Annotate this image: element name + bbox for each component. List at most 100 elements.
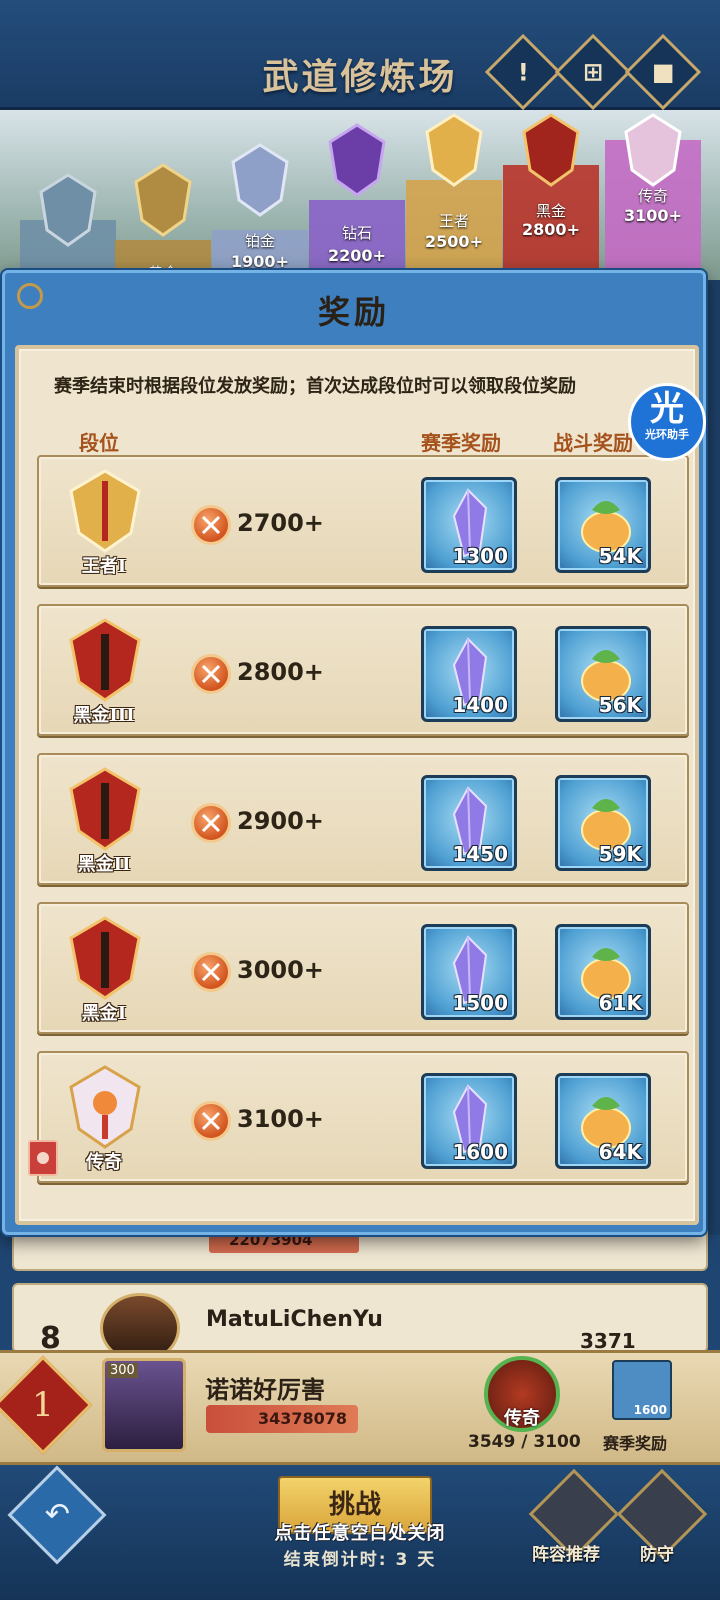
reward-row: 黑金II 2900+ 1450 59K [37,753,689,885]
season-reward-item[interactable]: 1300 [421,477,517,573]
season-amount: 1300 [452,544,508,568]
season-reward-item[interactable]: 1400 [421,626,517,722]
tier-score: 1900+ [231,252,289,271]
watermark-text: 光环助手 [645,428,689,441]
exclamation-icon: ! [517,57,529,86]
crossed-swords-icon [191,505,231,545]
tier-column[interactable]: 黑金 2800+ [503,110,599,280]
gift-icon: ⊞ [582,57,604,86]
rank-score: 2900+ [237,807,324,835]
rank-emblem-icon [69,916,141,1000]
season-amount: 1600 [452,1140,508,1164]
rank-name: 黑金III [73,705,135,726]
reward-row: 传奇 3100+ 1600 64K [37,1051,689,1183]
tier-score: 2800+ [522,220,580,239]
crossed-swords-icon [191,654,231,694]
my-name: 诺诺好厉害 [205,1376,325,1404]
battle-amount: 61K [598,991,642,1015]
tier-score: 2200+ [328,246,386,265]
season-amount: 1400 [452,693,508,717]
tier-name: 钻石 [341,224,372,242]
season-item-amount: 1600 [633,1403,667,1417]
my-tier-badge[interactable]: 传奇 [484,1356,560,1432]
tier-emblem-icon [39,173,97,247]
video-icon: ■ [651,58,675,86]
rank-emblem-icon [69,767,141,851]
challenge-label: 挑战 [328,1490,381,1520]
leaderboard-row[interactable]: 8 MatuLiChenYu 3371 [12,1283,708,1363]
battle-reward-item[interactable]: 54K [555,477,651,573]
my-power-pill: 34378078 [206,1405,358,1433]
tier-emblem-icon [425,113,483,187]
modal-title: 奖励 [317,293,390,331]
tier-column[interactable] [20,130,116,280]
rank-name: 黑金I [81,1003,127,1024]
battle-reward-item[interactable]: 59K [555,775,651,871]
tier-score: 2500+ [425,232,483,251]
tier-name: 铂金 [244,232,275,250]
battle-amount: 59K [598,842,642,866]
reward-row: 黑金III 2800+ 1400 56K [37,604,689,736]
tier-emblem-icon [328,123,386,197]
rank-name: 传奇 [86,1152,122,1173]
season-amount: 1450 [452,842,508,866]
rank-name: 黑金II [77,854,131,875]
rank-name: 王者I [81,556,127,577]
tier-column[interactable]: 王者 2500+ [406,110,502,280]
tier-emblem-icon [231,143,289,217]
my-tier-label: 传奇 [504,1408,540,1429]
my-power: 34378078 [258,1409,348,1428]
season-reward-item[interactable]: 1600 [421,1073,517,1169]
assistant-watermark[interactable]: 光 光环助手 [628,383,706,461]
tier-strip: 黄金 铂金 1900+ 钻石 2200+ 王者 2500+ 黑金 2800+ 传… [0,110,720,280]
reward-row: 王者I 2700+ 1300 54K [37,455,689,587]
tier-emblem-icon [522,113,580,187]
rank-score: 2700+ [237,509,324,537]
tier-column[interactable]: 黄金 [115,130,211,280]
tier-emblem-icon [134,163,192,237]
reward-intro: 赛季结束时根据段位发放奖励；首次达成段位时可以领取段位奖励 [54,376,576,397]
crossed-swords-icon [191,952,231,992]
rank-emblem-icon [69,618,141,702]
rank-score: 2800+ [237,658,324,686]
reward-row: 黑金I 3000+ 1500 61K [37,902,689,1034]
season-reward-item[interactable]: 1500 [421,924,517,1020]
rank-emblem-icon [69,1065,141,1149]
reward-panel: 赛季结束时根据段位发放奖励；首次达成段位时可以领取段位奖励 段位 赛季奖励 战斗… [15,345,699,1225]
season-amount: 1500 [452,991,508,1015]
rank-score: 3000+ [237,956,324,984]
crossed-swords-icon [191,1101,231,1141]
battle-reward-item[interactable]: 56K [555,626,651,722]
close-hint: 点击任意空白处关闭 [274,1523,446,1544]
my-avatar[interactable]: 300 [102,1358,186,1452]
tier-name: 传奇 [637,187,668,205]
tier-name: 王者 [438,212,469,230]
rank-emblem-icon [69,469,141,553]
tier-column[interactable]: 钻石 2200+ [309,110,405,280]
battle-amount: 56K [598,693,642,717]
battle-reward-item[interactable]: 64K [555,1073,651,1169]
tier-column[interactable]: 传奇 3100+ [605,110,701,280]
season-reward-item[interactable]: 1600 [612,1360,672,1420]
rank-score: 3100+ [237,1105,324,1133]
my-rank-number: 1 [32,1385,54,1425]
crossed-swords-icon [191,803,231,843]
battle-amount: 64K [598,1140,642,1164]
col-head-rank: 段位 [79,431,119,455]
my-level: 300 [107,1363,138,1378]
season-countdown: 结束倒计时: 3 天 [283,1550,437,1570]
tier-emblem-icon [624,113,682,187]
battle-amount: 54K [598,544,642,568]
red-tab-button[interactable] [28,1140,58,1176]
col-head-season: 赛季奖励 [421,431,501,455]
tier-score: 3100+ [624,206,682,225]
tier-column[interactable]: 铂金 1900+ [212,120,308,280]
row-name: MatuLiChenYu [206,1307,383,1332]
season-reward-label: 赛季奖励 [603,1434,668,1453]
reward-modal: 奖励 赛季结束时根据段位发放奖励；首次达成段位时可以领取段位奖励 段位 赛季奖励… [2,270,706,1235]
battle-reward-item[interactable]: 61K [555,924,651,1020]
col-head-battle: 战斗奖励 [553,431,633,455]
tier-name: 黑金 [535,202,566,220]
season-reward-item[interactable]: 1450 [421,775,517,871]
my-score-progress: 3549 / 3100 [468,1432,581,1452]
